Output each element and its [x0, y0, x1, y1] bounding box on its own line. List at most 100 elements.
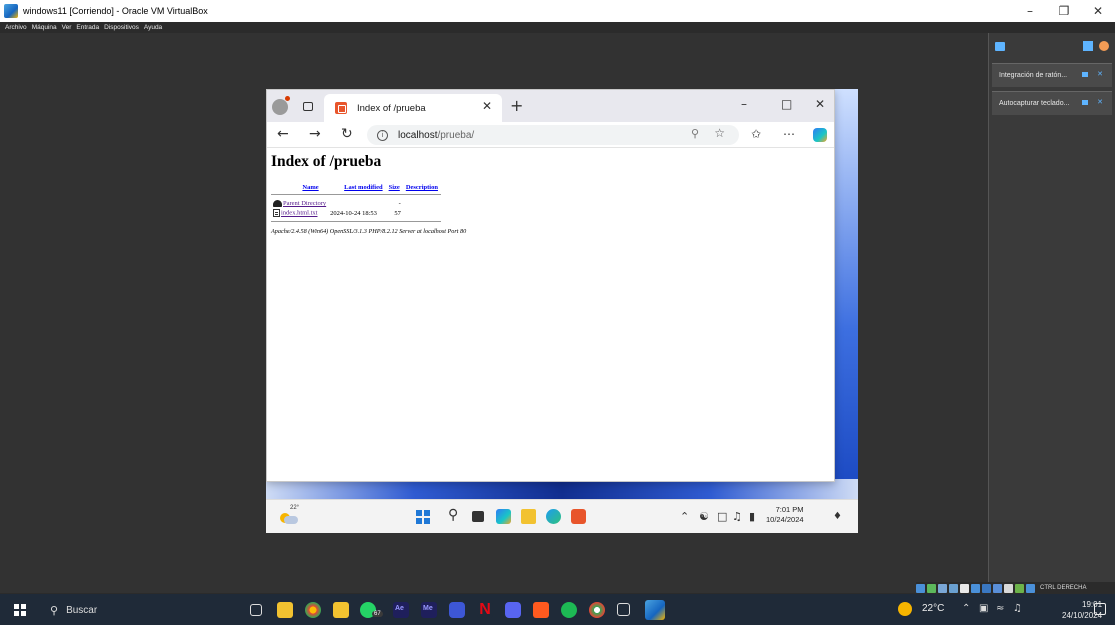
mouse-integration-icon[interactable]: [1015, 583, 1024, 593]
url-input[interactable]: i localhost/prueba/ ⚲ ☆: [367, 125, 739, 145]
notification-label: Integración de ratón...: [999, 72, 1068, 79]
menu-dispositivos[interactable]: Dispositivos: [104, 24, 139, 31]
task-view-icon[interactable]: [472, 511, 484, 522]
discord-icon[interactable]: [505, 602, 521, 618]
clear-all-icon[interactable]: [1099, 41, 1109, 51]
close-icon[interactable]: ✕: [1097, 98, 1103, 106]
pin-icon[interactable]: [1083, 41, 1093, 51]
network-icon[interactable]: ☯: [699, 510, 709, 523]
file-explorer-icon[interactable]: [277, 602, 293, 618]
notification-keyboard-capture[interactable]: Autocapturar teclado... ✕: [992, 91, 1112, 115]
close-icon[interactable]: ✕: [815, 97, 825, 111]
volume-icon[interactable]: ♫: [732, 510, 742, 523]
maximize-icon[interactable]: □: [781, 97, 792, 111]
message-icon[interactable]: [1082, 100, 1088, 105]
tab-close-icon[interactable]: ✕: [482, 99, 492, 113]
usb-icon[interactable]: [960, 583, 969, 593]
close-icon[interactable]: ✕: [1097, 70, 1103, 78]
creative-cloud-icon[interactable]: [533, 602, 549, 618]
host-temperature: 22°C: [922, 603, 945, 614]
search-icon[interactable]: ⚲: [448, 507, 458, 523]
guest-clock[interactable]: 7:01 PM 10/24/2024: [766, 505, 804, 525]
menu-entrada[interactable]: Entrada: [76, 24, 99, 31]
menu-archivo[interactable]: Archivo: [5, 24, 27, 31]
new-tab-icon[interactable]: +: [510, 96, 523, 115]
favorites-icon[interactable]: ✩: [751, 127, 761, 141]
column-last-modified-link[interactable]: Last modified: [344, 184, 382, 191]
column-description-link[interactable]: Description: [406, 184, 438, 191]
wifi-icon[interactable]: ≈: [996, 603, 1004, 614]
recording-icon[interactable]: [993, 583, 1002, 593]
host-key-label: CTRL DERECHA: [1040, 585, 1087, 591]
site-info-icon[interactable]: i: [377, 129, 388, 141]
display-icon[interactable]: [982, 583, 991, 593]
host-minimize-button[interactable]: –: [1013, 0, 1047, 22]
wallpaper-bloom: [266, 479, 858, 499]
file-link[interactable]: index.html.txt: [281, 210, 317, 217]
battery-icon[interactable]: ▮: [749, 510, 755, 523]
camera-icon[interactable]: ▣: [979, 603, 988, 614]
vmware-icon[interactable]: [617, 603, 630, 616]
menu-maquina[interactable]: Máquina: [32, 24, 57, 31]
tab-actions-icon[interactable]: [303, 102, 313, 111]
spotify-icon[interactable]: [561, 602, 577, 618]
file-explorer-icon[interactable]: [521, 509, 536, 524]
hard-disk-icon[interactable]: [916, 583, 925, 593]
after-effects-label: Ae: [395, 605, 404, 612]
host-title-bar: windows11 [Corriendo] - Oracle VM Virtua…: [0, 0, 1115, 22]
notification-center-icon[interactable]: [1094, 603, 1106, 615]
browser-tab[interactable]: Index of /prueba ✕: [324, 94, 502, 122]
task-view-icon[interactable]: [250, 604, 262, 616]
host-key-icon[interactable]: [1026, 583, 1035, 593]
audio-icon[interactable]: [938, 583, 947, 593]
weather-sun-icon[interactable]: [898, 602, 912, 616]
refresh-icon[interactable]: ↻: [341, 126, 353, 142]
column-name-link[interactable]: Name: [302, 184, 318, 191]
parent-directory-link[interactable]: Parent Directory: [283, 200, 326, 207]
host-restore-button[interactable]: ❐: [1047, 0, 1081, 22]
xampp-icon[interactable]: [571, 509, 586, 524]
zoom-icon[interactable]: ⚲: [691, 127, 699, 140]
chevron-up-icon[interactable]: ⌃: [962, 603, 970, 614]
notification-mouse-integration[interactable]: Integración de ratón... ✕: [992, 63, 1112, 87]
edge-icon[interactable]: [546, 509, 561, 524]
shared-folders-icon[interactable]: [971, 583, 980, 593]
host-window-title: windows11 [Corriendo] - Oracle VM Virtua…: [23, 6, 208, 16]
guest-time: 7:01 PM: [775, 505, 804, 514]
host-search-box[interactable]: ⚲ Buscar: [40, 599, 240, 621]
chrome-icon[interactable]: [305, 602, 321, 618]
windows-start-icon[interactable]: [14, 604, 26, 616]
volume-icon[interactable]: ♫: [1013, 603, 1022, 614]
chevron-up-icon[interactable]: ⌃: [680, 510, 689, 523]
proton-vpn-icon[interactable]: [449, 602, 465, 618]
message-icon[interactable]: [995, 41, 1005, 51]
column-size-link[interactable]: Size: [389, 184, 400, 191]
display-icon[interactable]: □: [717, 510, 727, 523]
table-row: index.html.txt 2024-10-24 18:53 57: [271, 208, 441, 218]
cpu-icon[interactable]: [1004, 583, 1013, 593]
copilot-icon[interactable]: [496, 509, 511, 524]
optical-drive-icon[interactable]: [927, 583, 936, 593]
virtualbox-icon[interactable]: [645, 600, 665, 620]
favorite-star-icon[interactable]: ☆: [714, 126, 725, 140]
more-menu-icon[interactable]: ⋯: [783, 127, 795, 141]
menu-ayuda[interactable]: Ayuda: [144, 24, 162, 31]
menu-ver[interactable]: Ver: [62, 24, 72, 31]
host-close-button[interactable]: ✕: [1081, 0, 1115, 22]
start-icon[interactable]: [416, 510, 430, 524]
message-icon[interactable]: [1082, 72, 1088, 77]
bell-icon[interactable]: ♦: [833, 511, 842, 522]
chrome-profile-icon[interactable]: [589, 602, 605, 618]
directory-listing-table: Name Last modified Size Description Pare…: [271, 183, 441, 223]
copilot-icon[interactable]: [813, 128, 827, 142]
store-icon[interactable]: [333, 602, 349, 618]
back-icon: [273, 200, 282, 208]
netflix-icon[interactable]: N: [477, 602, 493, 618]
network-icon[interactable]: [949, 583, 958, 593]
back-icon[interactable]: ←: [277, 126, 289, 142]
profile-avatar[interactable]: [272, 96, 290, 115]
minimize-icon[interactable]: –: [741, 97, 747, 111]
forward-icon[interactable]: →: [309, 126, 321, 142]
divider: [271, 194, 441, 195]
search-label: Buscar: [66, 604, 98, 616]
